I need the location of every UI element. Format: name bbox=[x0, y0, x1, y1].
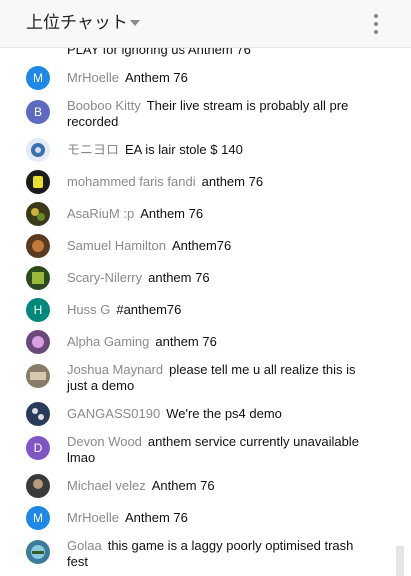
message-author[interactable]: Huss G bbox=[67, 302, 110, 317]
message-text: #anthem76 bbox=[116, 302, 182, 317]
message-author[interactable]: GANGASS0190 bbox=[67, 406, 160, 421]
message-author[interactable]: Joshua Maynard bbox=[67, 362, 163, 377]
message-text: Anthem76 bbox=[172, 238, 232, 253]
message-text: anthem 76 bbox=[201, 174, 264, 189]
message-text: Anthem 76 bbox=[125, 70, 188, 85]
avatar[interactable]: D bbox=[26, 436, 50, 460]
avatar-image[interactable] bbox=[26, 330, 50, 354]
message-author[interactable]: MrHoelle bbox=[67, 70, 119, 85]
message-author[interactable]: AsaRiuM :p bbox=[67, 206, 134, 221]
message-text: Anthem 76 bbox=[125, 510, 188, 525]
message-author[interactable]: Golaa bbox=[67, 538, 102, 553]
avatar-image[interactable] bbox=[26, 540, 50, 564]
message-author[interactable]: MrHoelle bbox=[67, 510, 119, 525]
avatar-image[interactable] bbox=[26, 234, 50, 258]
chat-mode-title[interactable]: 上位チャット bbox=[26, 12, 128, 34]
partial-message-text: PLAY for ignoring us Anthem 76 bbox=[67, 48, 251, 57]
message-text: this game is a laggy poorly optimised tr… bbox=[67, 538, 354, 569]
caret-down-icon[interactable] bbox=[130, 20, 140, 26]
message-author[interactable]: mohammed faris fandi bbox=[67, 174, 196, 189]
avatar-image[interactable] bbox=[26, 474, 50, 498]
message-text: We're the ps4 demo bbox=[166, 406, 282, 421]
avatar-image[interactable] bbox=[26, 364, 50, 388]
message-author[interactable]: モニヨロ bbox=[67, 142, 119, 157]
message-text: EA is lair stole $ 140 bbox=[125, 142, 243, 157]
avatar-image[interactable] bbox=[26, 202, 50, 226]
avatar[interactable]: M bbox=[26, 506, 50, 530]
chat-message-list[interactable]: PLAY for ignoring us Anthem 76 M MrHoell… bbox=[0, 48, 411, 576]
more-vert-icon[interactable] bbox=[366, 12, 386, 36]
message-author[interactable]: Booboo Kitty bbox=[67, 98, 141, 113]
message-author[interactable]: Devon Wood bbox=[67, 434, 142, 449]
message-text: Anthem 76 bbox=[140, 206, 204, 221]
message-author[interactable]: Michael velez bbox=[67, 478, 146, 493]
message-text: anthem 76 bbox=[148, 270, 210, 285]
message-text: anthem 76 bbox=[155, 334, 217, 349]
avatar-image[interactable] bbox=[26, 402, 50, 426]
chat-header: 上位チャット bbox=[0, 0, 411, 48]
avatar-image[interactable] bbox=[26, 170, 50, 194]
avatar-image[interactable] bbox=[26, 266, 50, 290]
message-author[interactable]: Samuel Hamilton bbox=[67, 238, 166, 253]
avatar-image[interactable] bbox=[26, 138, 50, 162]
avatar[interactable]: B bbox=[26, 100, 50, 124]
avatar[interactable]: H bbox=[26, 298, 50, 322]
message-author[interactable]: Scary-Nilerry bbox=[67, 270, 142, 285]
avatar[interactable]: M bbox=[26, 66, 50, 90]
scrollbar[interactable] bbox=[396, 546, 404, 576]
message-author[interactable]: Alpha Gaming bbox=[67, 334, 149, 349]
message-text: Anthem 76 bbox=[151, 478, 215, 493]
